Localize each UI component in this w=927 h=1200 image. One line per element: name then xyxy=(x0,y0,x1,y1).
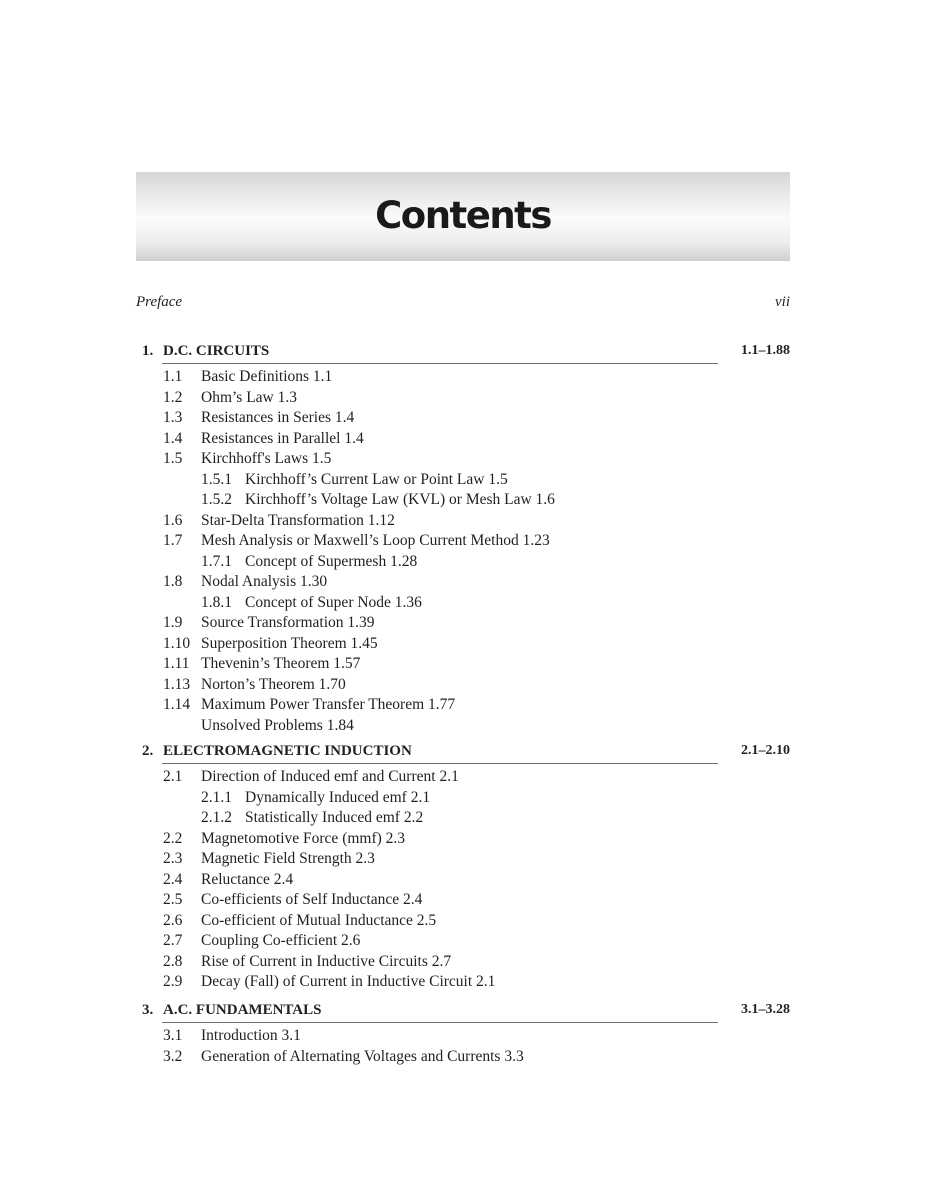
section-number: 2.9 xyxy=(163,973,183,990)
section-number: 1.13 xyxy=(163,675,191,693)
section-number: 2.7 xyxy=(163,932,183,949)
section-number: 2.2 xyxy=(163,829,183,847)
section-number: 2.1.2 xyxy=(201,809,232,826)
section-title: Mesh Analysis or Maxwell’s Loop Current … xyxy=(201,532,550,549)
section-title: Norton’s Theorem 1.70 xyxy=(201,675,346,693)
section-number: 2.6 xyxy=(163,911,183,929)
section-number: 1.11 xyxy=(163,655,190,672)
section-number: 3.2 xyxy=(163,1047,183,1065)
section-number: 1.8.1 xyxy=(201,593,232,611)
section-title: Kirchhoff's Laws 1.5 xyxy=(201,450,332,467)
chapter-title: ELECTROMAGNETIC INDUCTION xyxy=(163,743,412,759)
section-number: 1.8 xyxy=(163,573,183,590)
chapter-number: 1. xyxy=(142,343,154,359)
section-title: Resistances in Parallel 1.4 xyxy=(201,429,364,447)
section-title: Reluctance 2.4 xyxy=(201,870,294,888)
section-number: 1.10 xyxy=(163,634,191,652)
section-number: 2.1 xyxy=(163,768,183,785)
section-number: 1.1 xyxy=(163,368,183,385)
section-number: 1.7 xyxy=(163,532,183,549)
section-number: 1.5.2 xyxy=(201,491,232,508)
section-title: Ohm’s Law 1.3 xyxy=(201,388,298,406)
section-title: Basic Definitions 1.1 xyxy=(201,368,333,385)
contents-banner: Contents xyxy=(136,172,790,261)
section-title: Superposition Theorem 1.45 xyxy=(201,634,378,652)
section-title: Nodal Analysis 1.30 xyxy=(201,573,328,590)
chapter-page-range: 1.1–1.88 xyxy=(741,343,790,358)
chapter-title: A.C. FUNDAMENTALS xyxy=(163,1002,322,1018)
section-number: 2.8 xyxy=(163,952,183,970)
section-number: 2.5 xyxy=(163,891,183,908)
section-title: Resistances in Series 1.4 xyxy=(201,409,355,426)
section-title: Introduction 3.1 xyxy=(201,1027,301,1044)
section-number: 1.2 xyxy=(163,388,183,406)
section-title: Thevenin’s Theorem 1.57 xyxy=(201,655,361,672)
section-number: 1.4 xyxy=(163,429,183,447)
section-number: 2.1.1 xyxy=(201,788,232,806)
chapter-underline xyxy=(162,363,718,364)
section-title: Magnetic Field Strength 2.3 xyxy=(201,850,375,867)
section-number: 1.14 xyxy=(163,696,191,713)
section-title: Source Transformation 1.39 xyxy=(201,614,375,631)
chapter-underline xyxy=(162,763,718,764)
chapter-heading[interactable]: 2. ELECTROMAGNETIC INDUCTION 2.1–2.10 xyxy=(136,743,790,764)
chapter-page-range: 2.1–2.10 xyxy=(741,743,790,758)
section-title: Kirchhoff’s Current Law or Point Law 1.5 xyxy=(245,470,508,488)
preface-page-number: vii xyxy=(775,294,790,310)
section-number: 1.5 xyxy=(163,450,183,467)
chapter-heading[interactable]: 1. D.C. CIRCUITS 1.1–1.88 xyxy=(136,343,790,364)
section-number: 1.5.1 xyxy=(201,470,232,488)
section-title: Co-efficient of Mutual Inductance 2.5 xyxy=(201,911,437,929)
chapter-number: 2. xyxy=(142,743,154,759)
section-title: Co-efficients of Self Inductance 2.4 xyxy=(201,891,423,908)
section-title: Dynamically Induced emf 2.1 xyxy=(245,788,431,806)
section-number: 1.3 xyxy=(163,409,183,426)
section-number: 2.3 xyxy=(163,850,183,867)
section-title: Star-Delta Transformation 1.12 xyxy=(201,511,395,529)
section-number: 1.7.1 xyxy=(201,552,232,570)
section-number: 1.6 xyxy=(163,511,183,529)
chapter-underline xyxy=(162,1022,718,1023)
section-title: Coupling Co-efficient 2.6 xyxy=(201,932,361,949)
section-number: 2.4 xyxy=(163,870,183,888)
chapter-number: 3. xyxy=(142,1002,154,1018)
section-title: Concept of Super Node 1.36 xyxy=(245,593,422,611)
section-title: Direction of Induced emf and Current 2.1 xyxy=(201,768,459,785)
section-title: Maximum Power Transfer Theorem 1.77 xyxy=(201,696,456,713)
chapter-page-range: 3.1–3.28 xyxy=(741,1002,790,1017)
preface-label: Preface xyxy=(136,294,183,310)
section-title: Kirchhoff’s Voltage Law (KVL) or Mesh La… xyxy=(245,491,555,508)
chapter-heading[interactable]: 3. A.C. FUNDAMENTALS 3.1–3.28 xyxy=(136,1002,790,1023)
section-title: Unsolved Problems 1.84 xyxy=(201,716,354,734)
section-title: Rise of Current in Inductive Circuits 2.… xyxy=(201,952,452,970)
section-title: Generation of Alternating Voltages and C… xyxy=(201,1047,524,1065)
chapter-title: D.C. CIRCUITS xyxy=(163,343,270,359)
section-number: 1.9 xyxy=(163,614,183,631)
section-title: Magnetomotive Force (mmf) 2.3 xyxy=(201,829,406,847)
section-number: 3.1 xyxy=(163,1027,183,1044)
section-title: Statistically Induced emf 2.2 xyxy=(245,809,424,826)
page-title: Contents xyxy=(375,194,552,237)
section-title: Decay (Fall) of Current in Inductive Cir… xyxy=(201,973,496,990)
section-title: Concept of Supermesh 1.28 xyxy=(245,552,418,570)
